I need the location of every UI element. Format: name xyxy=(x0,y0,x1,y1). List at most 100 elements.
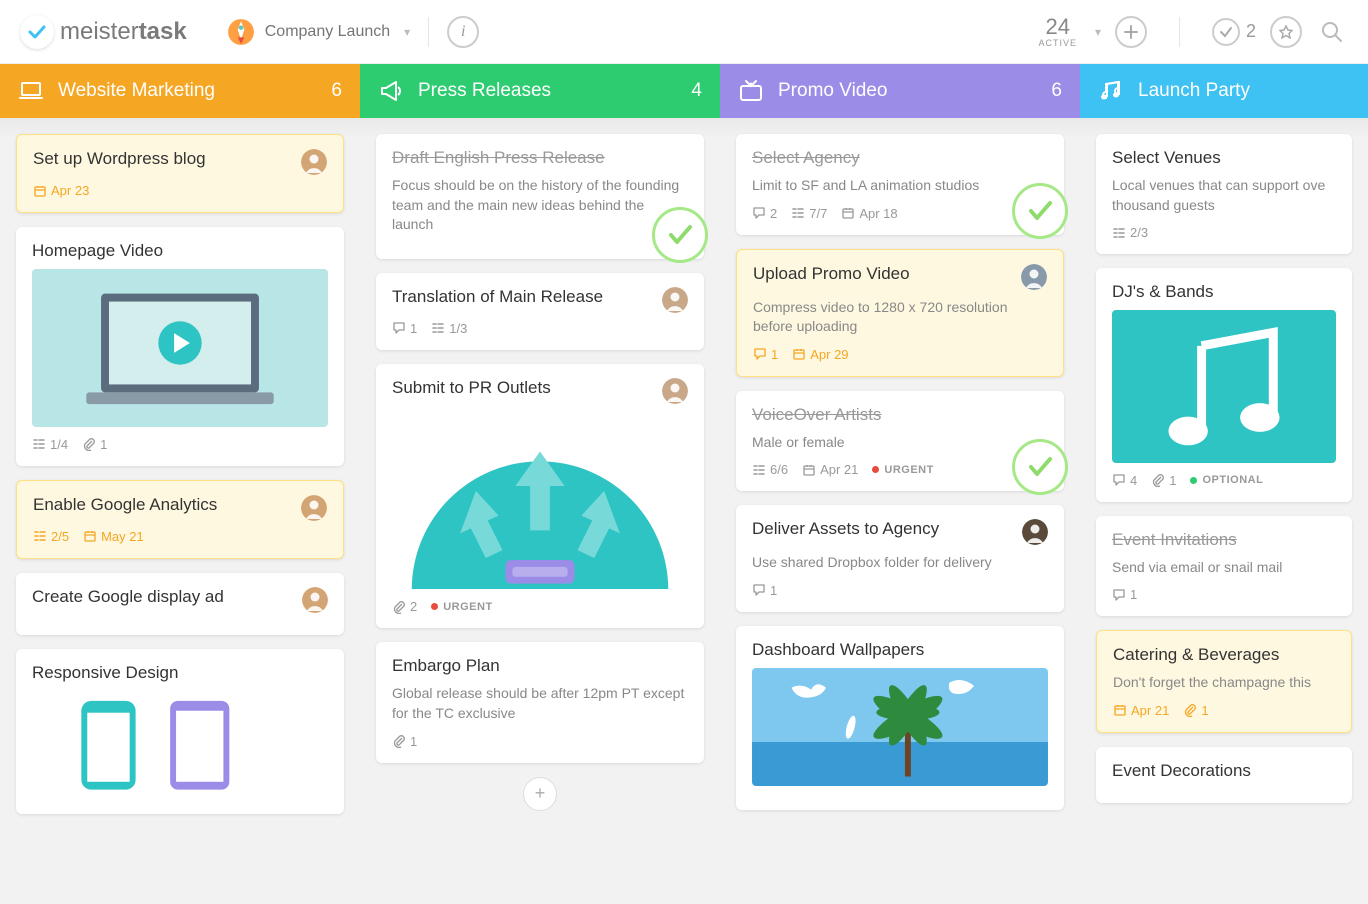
card-image xyxy=(1112,310,1336,462)
app-logo[interactable]: meistertask xyxy=(20,15,187,49)
project-selector[interactable]: Company Launch ▾ xyxy=(227,18,410,46)
card-description: Global release should be after 12pm PT e… xyxy=(392,684,688,723)
divider xyxy=(1179,17,1180,47)
card-meta: Apr 211 xyxy=(1113,703,1335,718)
kanban-board: Website Marketing 6 Set up Wordpress blo… xyxy=(0,64,1368,904)
board-column: Press Releases 4 Draft English Press Rel… xyxy=(360,64,720,904)
task-card[interactable]: Deliver Assets to AgencyUse shared Dropb… xyxy=(736,505,1064,612)
column-count: 4 xyxy=(691,80,702,102)
column-body[interactable]: Draft English Press ReleaseFocus should … xyxy=(360,118,720,904)
task-card[interactable]: Select VenuesLocal venues that can suppo… xyxy=(1096,134,1352,254)
card-meta: Apr 23 xyxy=(33,183,327,198)
card-title: Event Decorations xyxy=(1112,761,1336,781)
task-card[interactable]: Dashboard Wallpapers xyxy=(736,626,1064,810)
card-meta: 1/41 xyxy=(32,437,328,452)
meta-item: 1 xyxy=(752,583,777,598)
tag-badge: OPTIONAL xyxy=(1190,474,1263,486)
card-title: DJ's & Bands xyxy=(1112,282,1336,302)
card-title: Translation of Main Release xyxy=(392,287,688,313)
laptop-icon xyxy=(18,78,44,104)
column-body[interactable]: Set up Wordpress blog Apr 23 Homepage Vide… xyxy=(0,118,360,904)
card-image xyxy=(32,691,328,790)
meta-item: 1/3 xyxy=(431,321,467,336)
assignee-avatar[interactable] xyxy=(301,495,327,521)
task-card[interactable]: Submit to PR Outlets2URGENT xyxy=(376,364,704,629)
assignee-avatar[interactable] xyxy=(662,378,688,404)
column-body[interactable]: Select VenuesLocal venues that can suppo… xyxy=(1080,118,1368,904)
column-header[interactable]: Press Releases 4 xyxy=(360,64,720,118)
meta-item: 2 xyxy=(392,599,417,614)
card-description: Send via email or snail mail xyxy=(1112,558,1336,578)
card-title: Set up Wordpress blog xyxy=(33,149,327,175)
card-title: Embargo Plan xyxy=(392,656,688,676)
card-title: Upload Promo Video xyxy=(753,264,1047,290)
card-meta: 1 1/3 xyxy=(392,321,688,336)
card-image xyxy=(392,412,688,590)
assignee-avatar[interactable] xyxy=(1022,519,1048,545)
search-button[interactable] xyxy=(1316,16,1348,48)
card-image xyxy=(752,668,1048,786)
task-card[interactable]: Set up Wordpress blog Apr 23 xyxy=(16,134,344,213)
megaphone-icon xyxy=(378,78,404,104)
info-button[interactable]: i xyxy=(447,16,479,48)
card-meta: 1Apr 29 xyxy=(753,347,1047,362)
column-header[interactable]: Website Marketing 6 xyxy=(0,64,360,118)
card-title: VoiceOver Artists xyxy=(752,405,1048,425)
meta-item: 1/4 xyxy=(32,437,68,452)
task-card[interactable]: Event Invitations Send via email or snail… xyxy=(1096,516,1352,617)
task-card[interactable]: VoiceOver ArtistsMale or female6/6Apr 21… xyxy=(736,391,1064,492)
completed-check-icon xyxy=(652,207,708,263)
meta-item: 6/6 xyxy=(752,462,788,477)
card-title: Event Invitations xyxy=(1112,530,1336,550)
assignee-avatar[interactable] xyxy=(302,587,328,613)
assignee-avatar[interactable] xyxy=(662,287,688,313)
card-description: Don't forget the champagne this xyxy=(1113,673,1335,693)
task-card[interactable]: Catering & BeveragesDon't forget the cha… xyxy=(1096,630,1352,733)
add-button[interactable] xyxy=(1115,16,1147,48)
column-header[interactable]: Launch Party xyxy=(1080,64,1368,118)
add-card-button[interactable]: + xyxy=(523,777,557,811)
active-tasks-count[interactable]: 24 ACTIVE xyxy=(1038,16,1077,48)
column-title: Promo Video xyxy=(778,80,888,102)
task-card[interactable]: DJ's & Bands 41 OPTIONAL xyxy=(1096,268,1352,501)
task-card[interactable]: Select AgencyLimit to SF and LA animatio… xyxy=(736,134,1064,235)
task-card[interactable]: Translation of Main Release 1 1/3 xyxy=(376,273,704,350)
meta-item: Apr 23 xyxy=(33,183,89,198)
assignee-avatar[interactable] xyxy=(301,149,327,175)
task-card[interactable]: Create Google display ad xyxy=(16,573,344,635)
task-card[interactable]: Embargo Plan Global release should be aft… xyxy=(376,642,704,762)
task-card[interactable]: Draft English Press ReleaseFocus should … xyxy=(376,134,704,259)
card-meta: 27/7Apr 18 xyxy=(752,206,1048,221)
meta-item: 1 xyxy=(392,321,417,336)
topbar-right: 24 ACTIVE ▾ 2 xyxy=(1038,16,1348,48)
card-meta: 41 OPTIONAL xyxy=(1112,473,1336,488)
assignee-avatar[interactable] xyxy=(1021,264,1047,290)
card-meta: 1 xyxy=(752,583,1048,598)
column-header[interactable]: Promo Video 6 xyxy=(720,64,1080,118)
meta-item: 1 xyxy=(1151,473,1176,488)
star-button[interactable] xyxy=(1270,16,1302,48)
completed-check-icon xyxy=(1012,439,1068,495)
board-column: Launch Party Select VenuesLocal venues t… xyxy=(1080,64,1368,904)
meta-item: Apr 29 xyxy=(792,347,848,362)
meta-item: 4 xyxy=(1112,473,1137,488)
meta-item: May 21 xyxy=(83,529,144,544)
column-body[interactable]: Select AgencyLimit to SF and LA animatio… xyxy=(720,118,1080,904)
task-card[interactable]: Enable Google Analytics2/5May 21 xyxy=(16,480,344,559)
card-description: Local venues that can support ove thousa… xyxy=(1112,176,1336,215)
music-icon xyxy=(1098,78,1124,104)
card-meta: 2/5May 21 xyxy=(33,529,327,544)
task-card[interactable]: Homepage Video 1/41 xyxy=(16,227,344,466)
card-meta: 1 xyxy=(1112,587,1336,602)
chevron-down-icon[interactable]: ▾ xyxy=(1095,25,1101,39)
card-meta: 2URGENT xyxy=(392,599,688,614)
card-title: Homepage Video xyxy=(32,241,328,261)
column-title: Press Releases xyxy=(418,80,551,102)
task-card[interactable]: Event Decorations xyxy=(1096,747,1352,803)
meta-item: Apr 21 xyxy=(1113,703,1169,718)
card-description: Limit to SF and LA animation studios xyxy=(752,176,1048,196)
task-card[interactable]: Upload Promo VideoCompress video to 1280… xyxy=(736,249,1064,377)
card-image xyxy=(32,269,328,427)
completed-count[interactable]: 2 xyxy=(1212,18,1256,46)
task-card[interactable]: Responsive Design xyxy=(16,649,344,814)
